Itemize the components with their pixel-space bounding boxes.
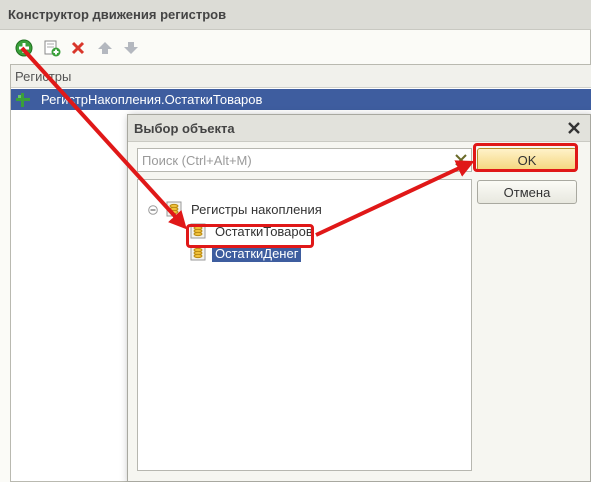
move-down-icon: [124, 42, 138, 54]
delete-button[interactable]: [68, 38, 88, 58]
window-title-bar: Конструктор движения регистров: [0, 0, 591, 30]
add-copy-button[interactable]: [42, 38, 62, 58]
toolbar: [0, 30, 591, 64]
register-icon: [190, 245, 206, 261]
ok-button[interactable]: OK: [477, 148, 577, 172]
clear-search-icon[interactable]: [454, 153, 468, 167]
cancel-button[interactable]: Отмена: [477, 180, 577, 204]
close-icon[interactable]: [566, 120, 582, 136]
add-copy-icon: [44, 40, 61, 57]
window-title: Конструктор движения регистров: [8, 7, 227, 22]
tree-node-label: Регистры накопления: [191, 201, 322, 217]
dialog-title: Выбор объекта: [134, 121, 235, 136]
add-button[interactable]: [14, 38, 34, 58]
add-icon: [15, 39, 33, 57]
register-group-icon: [166, 201, 182, 217]
registers-column-header[interactable]: Регистры: [11, 65, 591, 88]
search-field: [137, 148, 472, 172]
delete-icon: [71, 41, 85, 55]
tree-node-accumulation-registers[interactable]: Регистры накопления: [166, 199, 325, 219]
object-tree: Регистры накопления ОстаткиТоваров Остат…: [137, 179, 472, 471]
move-down-button[interactable]: [121, 38, 141, 58]
move-up-icon: [98, 42, 112, 54]
register-row-label: РегистрНакопления.ОстаткиТоваров: [41, 92, 263, 107]
table-row[interactable]: РегистрНакопления.ОстаткиТоваров: [11, 89, 591, 110]
registers-header-label: Регистры: [15, 69, 72, 84]
search-input[interactable]: [138, 149, 450, 171]
dialog-title-bar: Выбор объекта: [128, 115, 590, 142]
register-icon: [16, 93, 30, 107]
register-icon: [190, 223, 206, 239]
tree-node-label: ОстаткиДенег: [212, 244, 302, 262]
collapse-icon[interactable]: [148, 205, 158, 215]
tree-node-ostatki-deneg[interactable]: ОстаткиДенег: [190, 243, 302, 263]
move-up-button[interactable]: [95, 38, 115, 58]
tree-node-ostatki-tovarov[interactable]: ОстаткиТоваров: [190, 221, 316, 241]
tree-node-label: ОстаткиТоваров: [215, 223, 313, 239]
select-object-dialog: Выбор объекта Регистры накопления: [127, 114, 591, 482]
